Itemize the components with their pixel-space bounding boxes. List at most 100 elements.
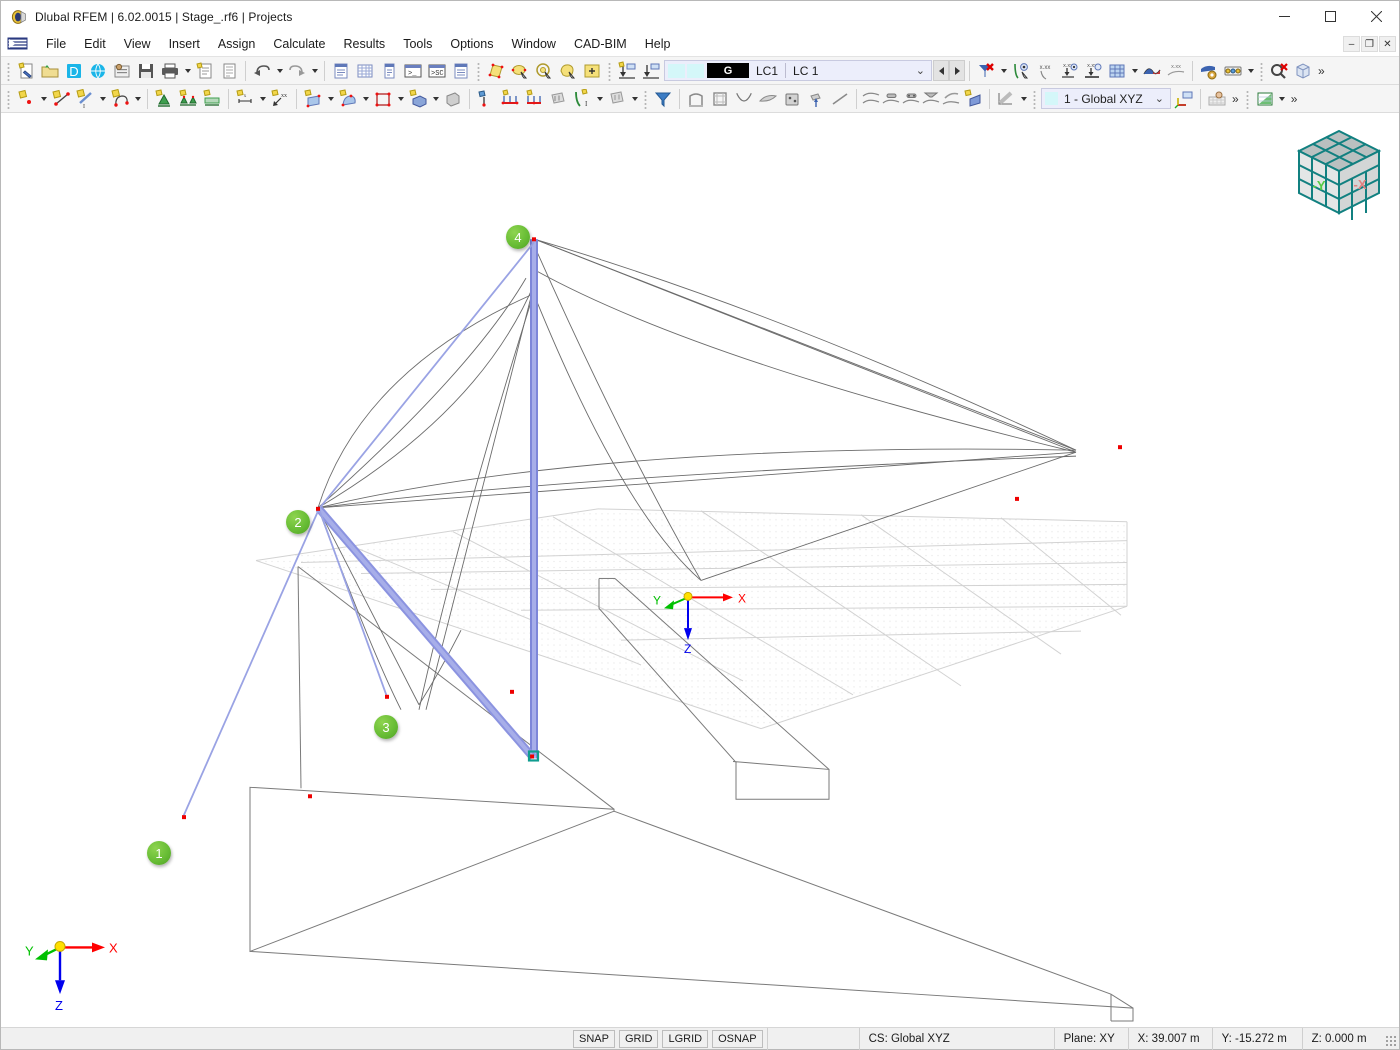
nodal-load-icon[interactable] — [474, 87, 498, 111]
modeling-toolbar-grip-3[interactable] — [1031, 88, 1038, 109]
menu-file[interactable]: File — [37, 34, 75, 54]
load-import-icon[interactable] — [639, 59, 663, 83]
solid-body-icon[interactable] — [301, 87, 325, 111]
menu-help[interactable]: Help — [636, 34, 680, 54]
imperfection-icon[interactable] — [605, 87, 629, 111]
menu-options[interactable]: Options — [441, 34, 502, 54]
annotation-icon[interactable]: xx — [268, 87, 292, 111]
cut-view-icon[interactable] — [441, 87, 465, 111]
data-panel-icon[interactable] — [377, 59, 401, 83]
delete-loads-dropdown-icon[interactable] — [998, 59, 1009, 83]
line-load-icon[interactable] — [498, 87, 522, 111]
solid-set-dropdown-icon[interactable] — [430, 87, 441, 111]
result-table-icon[interactable] — [1253, 87, 1277, 111]
render-dropdown-icon[interactable] — [1129, 59, 1140, 83]
new-node-icon[interactable] — [14, 87, 38, 111]
modeling-toolbar-grip[interactable] — [5, 88, 12, 109]
new-surface-icon[interactable] — [108, 87, 132, 111]
cable-type-2-icon[interactable] — [881, 87, 901, 111]
filter-icon[interactable] — [651, 87, 675, 111]
toolbar-overflow-button[interactable]: » — [1315, 64, 1328, 78]
menu-edit[interactable]: Edit — [75, 34, 115, 54]
result-diagram-icon[interactable] — [1140, 59, 1164, 83]
show-supports-icon[interactable] — [1009, 59, 1033, 83]
menu-cad-bim[interactable]: CAD-BIM — [565, 34, 636, 54]
status-toggle-lgrid[interactable]: LGRID — [662, 1029, 709, 1048]
select-special-icon[interactable] — [580, 59, 604, 83]
window-resize-grip[interactable] — [1385, 1035, 1397, 1047]
new-line-icon[interactable] — [49, 87, 73, 111]
free-load-icon[interactable]: I — [570, 87, 594, 111]
solid-set-icon[interactable] — [406, 87, 430, 111]
toolbar-grip[interactable] — [5, 60, 12, 81]
printout-report-icon[interactable] — [193, 59, 217, 83]
console-icon[interactable]: >_ — [401, 59, 425, 83]
status-toggle-osnap[interactable]: OSNAP — [712, 1029, 763, 1048]
undo-dropdown-icon[interactable] — [274, 59, 285, 83]
new-member-dropdown-icon[interactable] — [97, 87, 108, 111]
redo-icon[interactable] — [285, 59, 309, 83]
measure-dropdown-icon[interactable] — [1018, 87, 1029, 111]
measure-icon[interactable] — [994, 87, 1018, 111]
model-info-icon[interactable] — [110, 59, 134, 83]
cs-chevron-down-icon[interactable]: ⌄ — [1155, 92, 1164, 105]
select-freehand-icon[interactable] — [556, 59, 580, 83]
coordinate-system-combo[interactable]: 1 - Global XYZ ⌄ — [1041, 88, 1171, 109]
dimension-dropdown-icon[interactable] — [257, 87, 268, 111]
new-model-icon[interactable] — [14, 59, 38, 83]
minimize-button[interactable] — [1261, 1, 1307, 32]
dlubal-center-icon[interactable]: D — [62, 59, 86, 83]
render-surfaces-icon[interactable] — [1105, 59, 1129, 83]
script-icon[interactable]: >SC — [425, 59, 449, 83]
web-services-icon[interactable] — [86, 59, 110, 83]
select-polygon-icon[interactable] — [484, 59, 508, 83]
document-icon[interactable] — [217, 59, 241, 83]
numeric-display-icon[interactable]: x.xx — [1033, 59, 1057, 83]
node-marker-1[interactable]: 1 — [147, 841, 171, 865]
navigation-cube[interactable]: -Y -X — [1287, 123, 1391, 223]
work-plane-icon[interactable] — [1205, 87, 1229, 111]
new-member-icon[interactable]: I — [73, 87, 97, 111]
imperfection-dropdown-icon[interactable] — [629, 87, 640, 111]
frame-view-icon[interactable] — [684, 87, 708, 111]
navigator-icon[interactable] — [329, 59, 353, 83]
mdi-close-button[interactable]: ✕ — [1379, 36, 1396, 52]
toolbar-grip-3[interactable] — [606, 60, 613, 81]
print-dropdown-icon[interactable] — [182, 59, 193, 83]
modeling-toolbar-overflow-1[interactable]: » — [1229, 92, 1242, 106]
line-support-icon[interactable] — [176, 87, 200, 111]
save-icon[interactable] — [134, 59, 158, 83]
modeling-toolbar-grip-4[interactable] — [1243, 88, 1251, 109]
cable-type-4-icon[interactable] — [921, 87, 941, 111]
view-model-cube-icon[interactable] — [1291, 59, 1315, 83]
nodal-support-icon[interactable] — [152, 87, 176, 111]
surface-support-icon[interactable] — [200, 87, 224, 111]
status-toggle-grid[interactable]: GRID — [618, 1029, 659, 1048]
modeling-toolbar-grip-2[interactable] — [642, 88, 649, 109]
show-reactions-icon[interactable]: x.xx — [1081, 59, 1105, 83]
show-loads-icon[interactable]: x.xx — [1057, 59, 1081, 83]
dimension-icon[interactable]: x — [233, 87, 257, 111]
menu-view[interactable]: View — [115, 34, 160, 54]
model-viewport[interactable]: X Y Z X Y Z -Y -X 1 2 3 4 — [1, 113, 1399, 1027]
toolbar-grip-2[interactable] — [475, 60, 482, 81]
result-legend-dropdown-icon[interactable] — [1245, 59, 1256, 83]
select-circle-icon[interactable] — [532, 59, 556, 83]
properties-panel-icon[interactable] — [449, 59, 473, 83]
delete-loads-icon[interactable] — [974, 59, 998, 83]
solid-dropdown-icon[interactable] — [325, 87, 336, 111]
cable-type-1-icon[interactable] — [861, 87, 881, 111]
menu-assign[interactable]: Assign — [209, 34, 265, 54]
mdi-minimize-button[interactable]: – — [1343, 36, 1360, 52]
line-draw-icon[interactable] — [828, 87, 852, 111]
status-toggle-snap[interactable]: SNAP — [573, 1029, 615, 1048]
contact-solid-icon[interactable] — [336, 87, 360, 111]
tables-icon[interactable] — [353, 59, 377, 83]
surface-load-icon[interactable] — [546, 87, 570, 111]
new-cable-icon[interactable] — [961, 87, 985, 111]
member-load-icon[interactable] — [522, 87, 546, 111]
result-table-dropdown-icon[interactable] — [1277, 87, 1288, 111]
result-legend-icon[interactable] — [1221, 59, 1245, 83]
new-coordinate-system-icon[interactable] — [1172, 87, 1196, 111]
shell-surface-icon[interactable] — [756, 87, 780, 111]
